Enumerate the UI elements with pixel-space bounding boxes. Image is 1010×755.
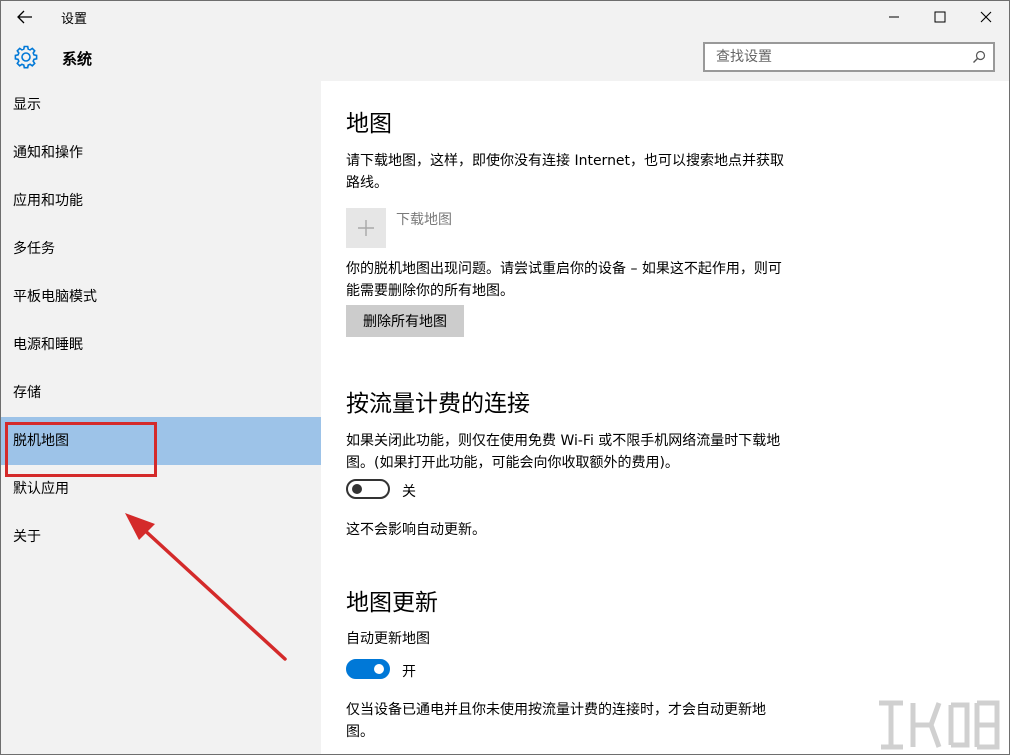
auto-update-toggle[interactable]: [346, 659, 390, 679]
metered-note: 这不会影响自动更新。: [346, 522, 486, 538]
maps-description: 请下载地图，这样，即使你没有连接 Internet，也可以搜索地点并获取路线。: [346, 153, 785, 191]
sidebar-item-display[interactable]: 显示: [1, 81, 321, 129]
close-button[interactable]: [963, 1, 1009, 33]
metered-heading: 按流量计费的连接: [346, 391, 530, 417]
back-arrow-icon: [17, 10, 32, 24]
sidebar-item-storage[interactable]: 存储: [1, 369, 321, 417]
metered-toggle[interactable]: [346, 479, 390, 499]
updates-heading: 地图更新: [346, 590, 438, 616]
maximize-icon: [934, 11, 946, 23]
settings-window: 设置 系统 显示 通知和操作 应用和功能 多任务 平板电脑: [0, 0, 1010, 755]
main-content: 地图 请下载地图，这样，即使你没有连接 Internet，也可以搜索地点并获取路…: [321, 81, 1009, 754]
toggle-knob: [352, 484, 362, 494]
download-maps-label[interactable]: 下载地图: [396, 209, 452, 229]
search-input[interactable]: [714, 44, 967, 70]
gear-icon: [14, 45, 38, 69]
window-title: 设置: [61, 12, 88, 27]
sidebar-item-notifications[interactable]: 通知和操作: [1, 129, 321, 177]
delete-all-maps-button[interactable]: 删除所有地图: [346, 305, 464, 337]
download-maps-button[interactable]: [346, 208, 386, 248]
auto-update-toggle-state: 开: [402, 664, 416, 680]
page-header: 系统: [1, 33, 1009, 81]
back-button[interactable]: [11, 5, 39, 29]
maps-heading: 地图: [346, 111, 392, 137]
sidebar-item-multitasking[interactable]: 多任务: [1, 225, 321, 273]
auto-update-label: 自动更新地图: [346, 631, 430, 647]
title-bar: 设置: [1, 1, 1009, 33]
section-title: 系统: [62, 50, 93, 68]
metered-description: 如果关闭此功能，则仅在使用免费 Wi-Fi 或不限手机网络流量时下载地图。(如果…: [346, 433, 781, 471]
toggle-knob: [374, 664, 384, 674]
minimize-icon: [889, 16, 899, 18]
watermark-logo: [879, 700, 1000, 750]
maps-problem-text: 你的脱机地图出现问题。请尝试重启你的设备 – 如果这不起作用，则可能需要删除你的…: [346, 261, 782, 299]
search-box[interactable]: [703, 42, 995, 72]
sidebar: 显示 通知和操作 应用和功能 多任务 平板电脑模式 电源和睡眠 存储 脱机地图 …: [1, 81, 321, 754]
sidebar-item-tablet-mode[interactable]: 平板电脑模式: [1, 273, 321, 321]
sidebar-item-power-sleep[interactable]: 电源和睡眠: [1, 321, 321, 369]
search-icon[interactable]: [967, 45, 991, 69]
sidebar-item-about[interactable]: 关于: [1, 513, 321, 561]
updates-note: 仅当设备已通电并且你未使用按流量计费的连接时，才会自动更新地图。: [346, 702, 766, 740]
metered-toggle-state: 关: [402, 484, 416, 500]
close-icon: [980, 11, 992, 23]
sidebar-item-apps[interactable]: 应用和功能: [1, 177, 321, 225]
highlight-box: [5, 422, 157, 477]
minimize-button[interactable]: [871, 1, 917, 33]
maximize-button[interactable]: [917, 1, 963, 33]
plus-icon: [358, 220, 374, 236]
